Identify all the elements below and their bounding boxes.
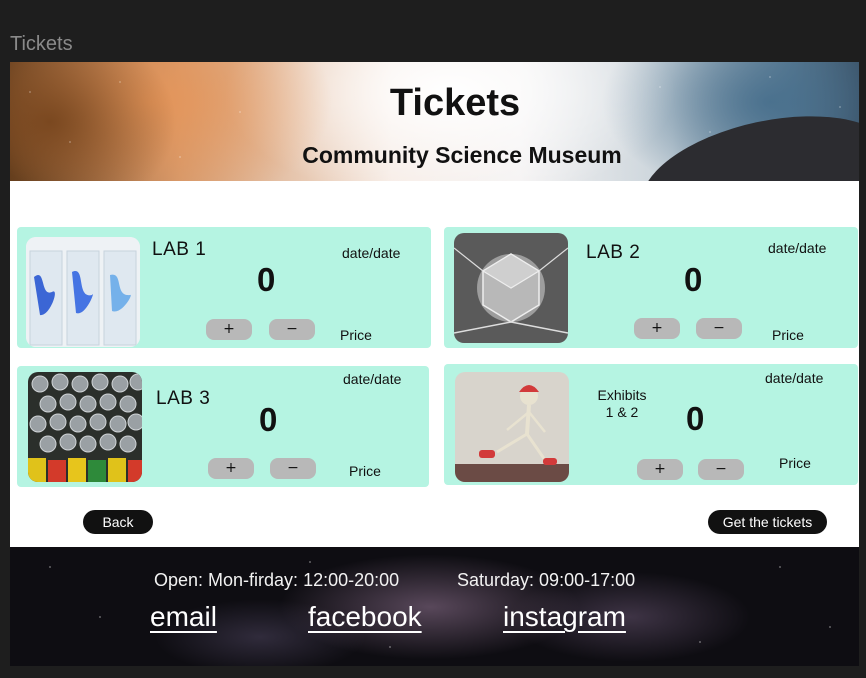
decrement-button[interactable]: − xyxy=(270,458,316,479)
hero-banner: Tickets Community Science Museum xyxy=(10,62,859,181)
card-date: date/date xyxy=(765,370,824,386)
increment-button[interactable]: + xyxy=(634,318,680,339)
card-price: Price xyxy=(349,463,381,479)
ticket-card-lab-2: LAB 2 date/date 0 + − Price xyxy=(444,227,858,348)
ticket-count: 0 xyxy=(257,261,276,298)
email-link[interactable]: email xyxy=(150,601,217,633)
card-title: LAB 3 xyxy=(156,388,211,409)
decrement-button[interactable]: − xyxy=(269,319,315,340)
footer: Open: Mon-firday: 12:00-20:00 Saturday: … xyxy=(10,547,859,666)
card-date: date/date xyxy=(343,371,402,387)
ticket-card-lab-3: LAB 3 date/date 0 + − Price xyxy=(17,366,429,487)
geometric-sphere-image xyxy=(454,233,568,343)
back-button[interactable]: Back xyxy=(83,510,153,534)
card-price: Price xyxy=(772,327,804,343)
blue-ink-glasses-image xyxy=(26,237,140,347)
increment-button[interactable]: + xyxy=(208,458,254,479)
decrement-button[interactable]: − xyxy=(698,459,744,480)
ticket-count: 0 xyxy=(686,400,705,437)
card-price: Price xyxy=(340,327,372,343)
facebook-link[interactable]: facebook xyxy=(308,601,422,633)
ticket-count: 0 xyxy=(259,401,278,438)
card-title: Exhibits 1 & 2 xyxy=(597,387,647,420)
frame-label: Tickets xyxy=(10,33,73,55)
increment-button[interactable]: + xyxy=(206,319,252,340)
instagram-link[interactable]: instagram xyxy=(503,601,626,633)
card-title: LAB 1 xyxy=(152,239,207,260)
card-date: date/date xyxy=(768,240,827,256)
ticket-count: 0 xyxy=(684,261,703,298)
decrement-button[interactable]: − xyxy=(696,318,742,339)
increment-button[interactable]: + xyxy=(637,459,683,480)
ticket-card-exhibits: Exhibits 1 & 2 date/date 0 + − Price xyxy=(444,364,858,485)
card-price: Price xyxy=(779,455,811,471)
page-title: Tickets xyxy=(389,82,521,124)
tickets-page: Tickets Community Science Museum LAB 1 d… xyxy=(10,62,859,666)
hours-weekdays: Open: Mon-firday: 12:00-20:00 xyxy=(154,570,400,590)
card-date: date/date xyxy=(342,245,401,261)
hours-saturday: Saturday: 09:00-17:00 xyxy=(457,570,636,590)
batteries-image xyxy=(28,372,142,482)
ticket-card-lab-1: LAB 1 date/date 0 + − Price xyxy=(17,227,431,348)
museum-name: Community Science Museum xyxy=(302,142,622,168)
get-tickets-button[interactable]: Get the tickets xyxy=(708,510,827,534)
card-title: LAB 2 xyxy=(586,242,641,263)
skeleton-figure-image xyxy=(455,372,569,482)
